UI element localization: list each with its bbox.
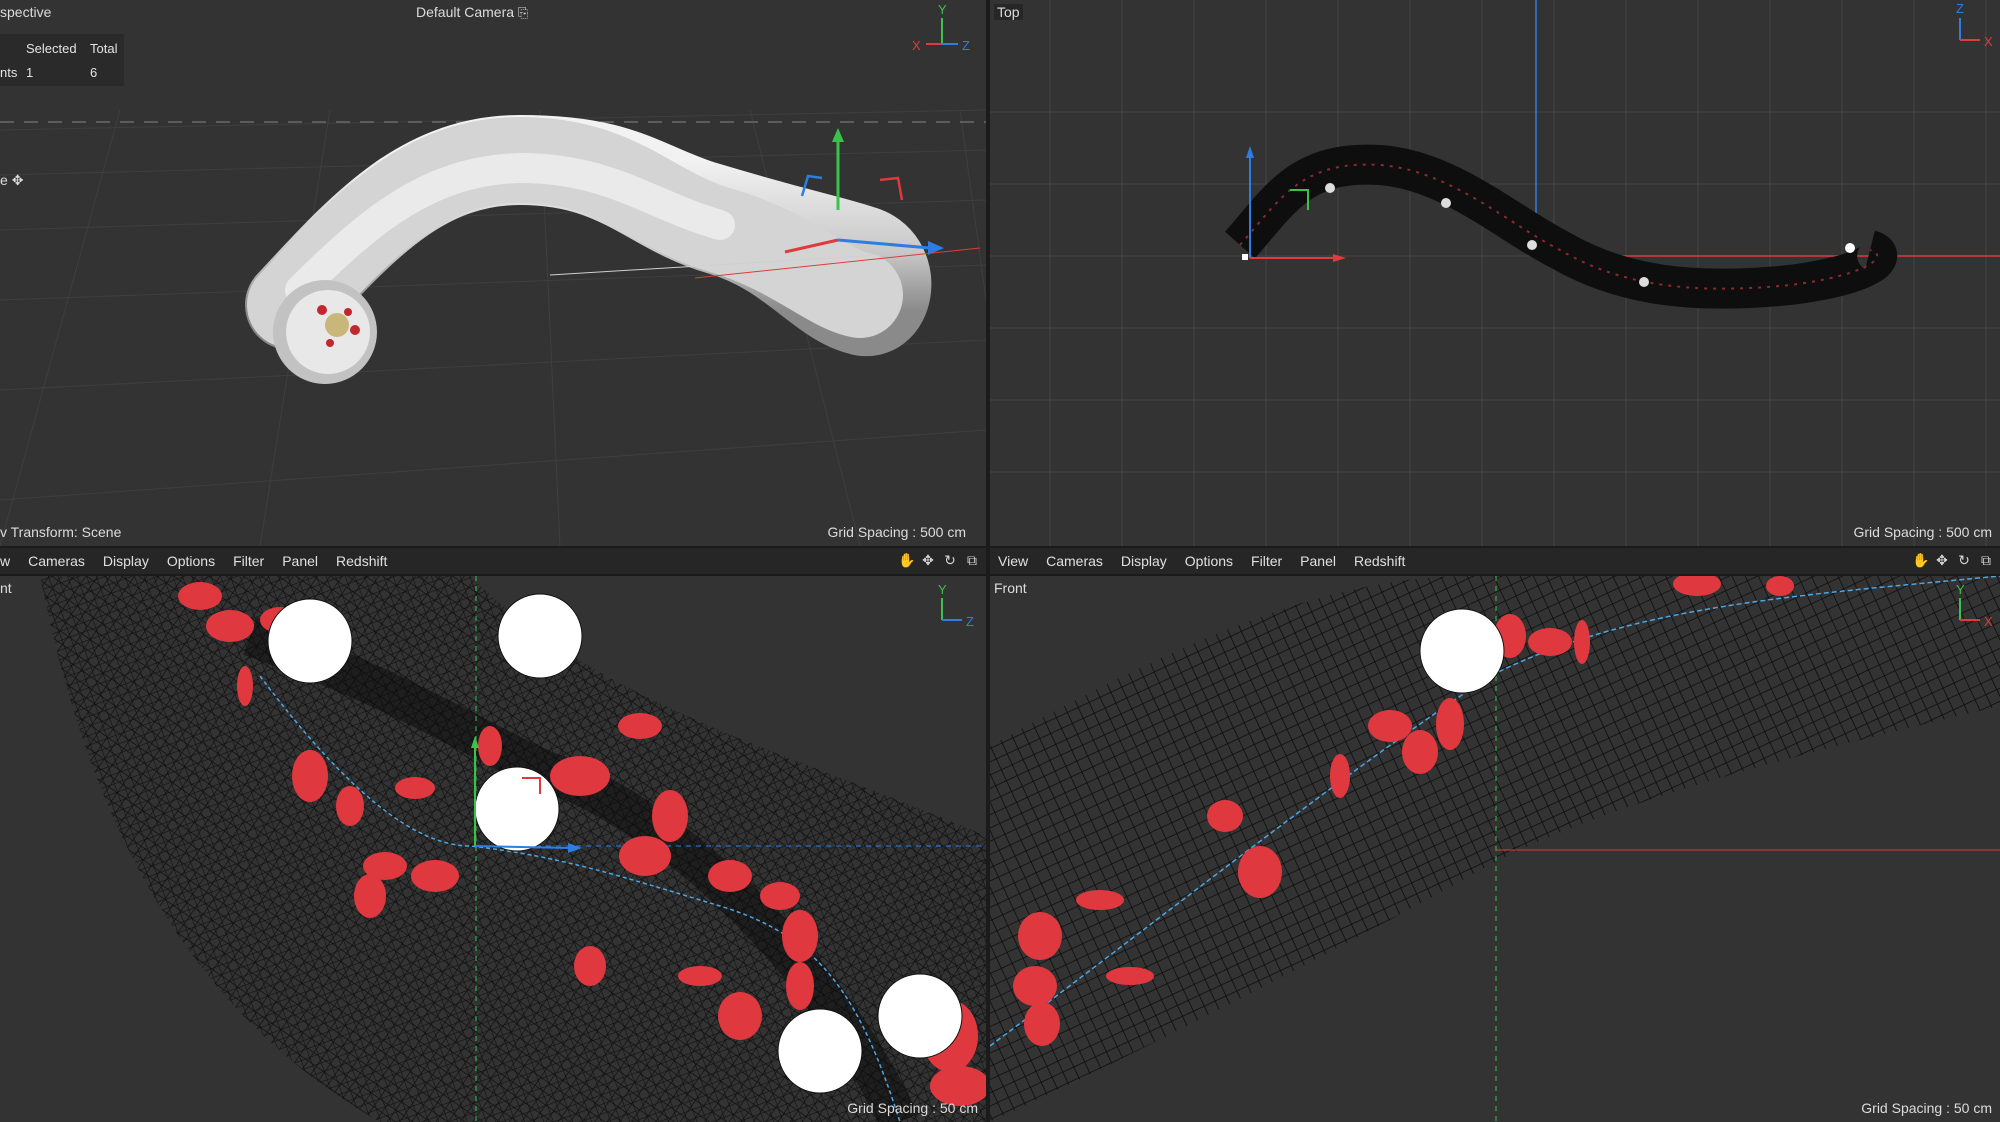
viewport-title: Front xyxy=(994,580,1027,596)
viewport-menubar-left: w Cameras Display Options Filter Panel R… xyxy=(0,548,986,574)
move-gizmo-icon: ✥ xyxy=(11,172,24,188)
right-axis-triad: Y Z xyxy=(938,582,974,629)
hud-header-selected: Selected xyxy=(26,40,77,56)
menu-cameras[interactable]: Cameras xyxy=(1046,553,1103,569)
white-cell-inside xyxy=(325,313,349,337)
move-arrows-icon[interactable]: ✥ xyxy=(920,552,936,568)
axis-x-label: X xyxy=(912,38,921,53)
maximize-icon[interactable]: ⧉ xyxy=(964,552,980,568)
axis-y-label: Y xyxy=(1956,582,1965,597)
grid-spacing-label: Grid Spacing : 500 cm xyxy=(827,524,966,540)
camera-icon: ⎘ xyxy=(517,5,529,20)
menu-view[interactable]: w xyxy=(0,553,10,569)
viewport-title: nt xyxy=(0,580,12,596)
viewport-title: Top xyxy=(994,4,1023,20)
move-tool-text: e xyxy=(0,172,8,188)
axis-z-label: Z xyxy=(1956,1,1964,16)
menu-display[interactable]: Display xyxy=(103,553,149,569)
axis-x-label: X xyxy=(1984,34,1993,49)
viewport-perspective[interactable]: Y Z X spective Default Camera ⎘ Selected… xyxy=(0,0,986,546)
perspective-scene[interactable]: Y Z X xyxy=(0,0,986,546)
axis-z-label: Z xyxy=(962,38,970,53)
menu-options[interactable]: Options xyxy=(167,553,215,569)
menu-filter[interactable]: Filter xyxy=(233,553,264,569)
axis-z-label: Z xyxy=(966,614,974,629)
maximize-icon[interactable]: ⧉ xyxy=(1978,552,1994,568)
selection-hud: Selected Total nts 1 6 xyxy=(0,34,124,86)
right-scene[interactable]: Y Z xyxy=(0,576,986,1122)
grid-spacing-label: Grid Spacing : 50 cm xyxy=(847,1100,978,1116)
transform-label: v Transform: Scene xyxy=(0,524,122,540)
rotate-icon[interactable]: ↻ xyxy=(942,552,958,568)
menu-redshift[interactable]: Redshift xyxy=(1354,553,1405,569)
axis-x-label: X xyxy=(1984,614,1993,629)
hud-total-value: 6 xyxy=(90,64,98,80)
hud-header-total: Total xyxy=(90,40,118,56)
grid-spacing-label: Grid Spacing : 500 cm xyxy=(1853,524,1992,540)
hand-icon[interactable]: ✋ xyxy=(1912,552,1929,568)
tube-top xyxy=(1225,144,1898,309)
menu-panel[interactable]: Panel xyxy=(1300,553,1336,569)
viewport-top[interactable]: Z X Top Grid Spacing : 500 cm xyxy=(990,0,2000,546)
move-tool-label[interactable]: e ✥ xyxy=(0,172,23,189)
viewport-title: spective xyxy=(0,4,52,20)
menu-redshift[interactable]: Redshift xyxy=(336,553,387,569)
top-axis-triad: Z X xyxy=(1956,1,1993,49)
rotate-icon[interactable]: ↻ xyxy=(1956,552,1972,568)
hand-icon[interactable]: ✋ xyxy=(898,552,915,568)
viewport-right[interactable]: Y Z nt Grid Spacing : 50 cm xyxy=(0,576,986,1122)
axis-y-label: Y xyxy=(938,2,947,17)
hud-row-label: nts xyxy=(0,64,18,80)
axis-triad: Y Z X xyxy=(912,2,970,53)
front-scene[interactable]: Y X xyxy=(990,576,2000,1122)
menu-display[interactable]: Display xyxy=(1121,553,1167,569)
viewport-front[interactable]: Y X Front Grid Spacing : 50 cm xyxy=(990,576,2000,1122)
menu-view[interactable]: View xyxy=(998,553,1028,569)
axis-y-label: Y xyxy=(938,582,947,597)
grid-spacing-label: Grid Spacing : 50 cm xyxy=(1861,1100,1992,1116)
camera-name: Default Camera xyxy=(416,4,515,20)
top-scene[interactable]: Z X xyxy=(990,0,2000,546)
front-white-cell xyxy=(1419,608,1505,694)
camera-label[interactable]: Default Camera ⎘ xyxy=(416,4,528,21)
viewport-menubar-right: View Cameras Display Options Filter Pane… xyxy=(990,548,2000,574)
hud-selected-value: 1 xyxy=(26,64,34,80)
menu-filter[interactable]: Filter xyxy=(1251,553,1282,569)
menu-panel[interactable]: Panel xyxy=(282,553,318,569)
menu-cameras[interactable]: Cameras xyxy=(28,553,85,569)
move-arrows-icon[interactable]: ✥ xyxy=(1934,552,1950,568)
menu-options[interactable]: Options xyxy=(1185,553,1233,569)
